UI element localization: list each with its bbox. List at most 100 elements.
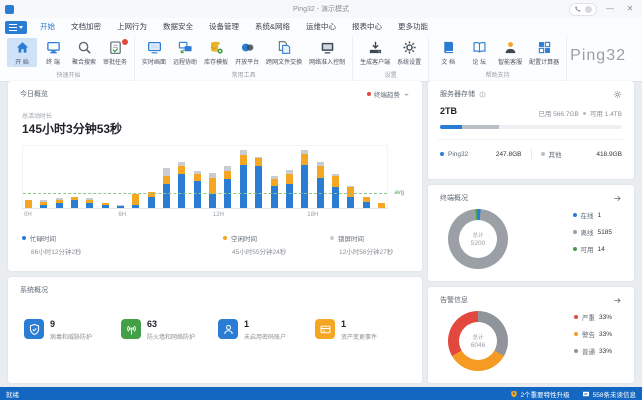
ribbon-group: 文 档论 坛智能客服配置计算器帮助支持 bbox=[429, 36, 567, 81]
ribbon-forum-button[interactable]: 论 坛 bbox=[464, 38, 494, 67]
arrow-right-icon[interactable] bbox=[613, 296, 622, 305]
tab-doc-encryption[interactable]: 文档加密 bbox=[63, 18, 109, 36]
stat-asset-change[interactable]: 1资产变更事件 bbox=[315, 319, 412, 341]
stat-label: 防火墙和网络防护 bbox=[147, 332, 195, 341]
live-screen-icon bbox=[147, 40, 162, 55]
card-title: 服务器存储 bbox=[440, 89, 475, 99]
bar-segment bbox=[194, 181, 201, 208]
storage-used: 已用 566.7GB bbox=[538, 108, 578, 118]
stat-firewall[interactable]: 63防火墙和网络防护 bbox=[121, 319, 218, 341]
ribbon-group-label: 帮助支持 bbox=[433, 69, 562, 81]
bar-segment bbox=[347, 197, 354, 208]
legend-item: 在线1 bbox=[573, 210, 612, 220]
bar-hour-13 bbox=[224, 166, 231, 208]
nac-icon bbox=[320, 40, 335, 55]
activity-legend: 忙碌时间86小时12分钟2秒空闲时间45小时55分钟24秒锁屏时间12小时56分… bbox=[8, 233, 422, 259]
phone-icon bbox=[574, 5, 582, 13]
legend-label: 其他 bbox=[549, 149, 562, 159]
ribbon-inventory-template-button[interactable]: 库存模板 bbox=[201, 38, 231, 67]
legend-label: 普通 bbox=[582, 346, 595, 356]
legend-item: 空闲时间45小时55分钟24秒 bbox=[223, 233, 286, 256]
message-status[interactable]: 558条未读信息 bbox=[582, 389, 636, 399]
stat-value: 1 bbox=[244, 319, 286, 329]
bar-segment bbox=[132, 205, 139, 208]
ribbon-button-label: 远程协助 bbox=[173, 57, 197, 66]
bar-segment bbox=[117, 206, 124, 208]
donut-center-label: 总计 bbox=[472, 333, 483, 341]
legend-value: 5185 bbox=[598, 229, 612, 236]
filter-dot bbox=[367, 92, 371, 96]
bar-hour-23 bbox=[378, 203, 385, 208]
status-ready: 就绪 bbox=[6, 389, 19, 399]
card-title: 告警信息 bbox=[440, 295, 468, 305]
gear-icon[interactable] bbox=[613, 90, 622, 99]
tab-report-center[interactable]: 报表中心 bbox=[344, 18, 390, 36]
legend-value: 86小时12分钟2秒 bbox=[31, 246, 82, 256]
tab-data-security[interactable]: 数据安全 bbox=[155, 18, 201, 36]
bar-segment bbox=[163, 176, 170, 184]
status-bar: 就绪 2个重要特性升级 558条未读信息 bbox=[0, 387, 642, 400]
legend-label-row: Ping32 bbox=[440, 151, 468, 158]
info-icon[interactable] bbox=[479, 91, 486, 98]
ribbon-generate-client-button[interactable]: 生成客户端 bbox=[357, 38, 393, 67]
menu-bar: 开始文档加密上网行为数据安全设备管理系统&网络运维中心报表中心更多功能 bbox=[0, 18, 642, 36]
legend-item: 离线5185 bbox=[573, 227, 612, 237]
arrow-right-icon[interactable] bbox=[613, 194, 622, 203]
bar-segment bbox=[102, 205, 109, 208]
system-overview-card: 系统概况 9病毒和威胁防护63防火墙和网络防护1未启用密码账户1资产变更事件 bbox=[8, 277, 422, 383]
bar-segment bbox=[71, 200, 78, 208]
bar-segment bbox=[363, 202, 370, 208]
tab-web-behavior[interactable]: 上网行为 bbox=[109, 18, 155, 36]
ribbon-button-label: 开 始 bbox=[15, 57, 29, 66]
ribbon-smart-support-button[interactable]: 智能客服 bbox=[495, 38, 525, 67]
bar-hour-1 bbox=[40, 200, 47, 208]
ribbon-document-button[interactable]: 文 档 bbox=[433, 38, 463, 67]
file-menu-button[interactable] bbox=[5, 21, 27, 34]
terminal-icon bbox=[46, 40, 61, 55]
ribbon-approval-tasks-button[interactable]: 审批任务 bbox=[100, 38, 130, 67]
ribbon-remote-assist-button[interactable]: 远程协助 bbox=[170, 38, 200, 67]
minimize-button[interactable]: — bbox=[603, 0, 617, 18]
close-button[interactable]: ✕ bbox=[623, 0, 637, 18]
tab-device-management[interactable]: 设备管理 bbox=[201, 18, 247, 36]
open-platform-icon bbox=[240, 40, 255, 55]
legend-value: 418.9GB bbox=[596, 151, 622, 158]
ribbon-system-settings-button[interactable]: 系统设置 bbox=[394, 38, 424, 67]
bar-hour-15 bbox=[255, 157, 262, 208]
stat-label: 资产变更事件 bbox=[341, 332, 377, 341]
ribbon-aggregate-search-button[interactable]: 聚合搜索 bbox=[69, 38, 99, 67]
bar-hour-21 bbox=[347, 186, 354, 208]
legend-item: 可用14 bbox=[573, 244, 612, 254]
ribbon-network-access-control-button[interactable]: 网络准入控制 bbox=[306, 38, 348, 67]
stat-shield-check[interactable]: 9病毒和威胁防护 bbox=[24, 319, 121, 341]
tab-ops-center[interactable]: 运维中心 bbox=[298, 18, 344, 36]
legend-label-row: 其他 bbox=[541, 149, 562, 159]
ribbon-groups: 开 始终 端聚合搜索审批任务快速开始实时画面远程协助库存模板开放平台跨网文件交换… bbox=[0, 36, 642, 81]
tab-system-network[interactable]: 系统&网络 bbox=[247, 18, 298, 36]
ribbon-terminal-button[interactable]: 终 端 bbox=[38, 38, 68, 67]
trend-filter-dropdown[interactable]: 终端趋势 bbox=[367, 89, 410, 99]
bar-hour-6 bbox=[117, 205, 124, 208]
legend-label: 忙碌时间 bbox=[30, 233, 56, 243]
search-icon bbox=[77, 40, 92, 55]
ribbon-button-label: 库存模板 bbox=[204, 57, 228, 66]
bar-hour-0 bbox=[25, 200, 32, 208]
update-shield-status[interactable]: 2个重要特性升级 bbox=[510, 389, 570, 399]
ribbon-config-calculator-button[interactable]: 配置计算器 bbox=[526, 38, 562, 67]
ribbon-open-platform-button[interactable]: 开放平台 bbox=[232, 38, 262, 67]
ribbon-group-buttons: 开 始终 端聚合搜索审批任务 bbox=[7, 38, 130, 69]
ribbon-home-button[interactable]: 开 始 bbox=[7, 38, 37, 67]
generate-client-icon bbox=[368, 40, 383, 55]
support-phone-toggle[interactable] bbox=[569, 3, 597, 16]
file-exchange-icon bbox=[277, 40, 292, 55]
tab-more-features[interactable]: 更多功能 bbox=[390, 18, 436, 36]
activity-chart: avg 0H6H12H18H bbox=[22, 145, 406, 221]
bar-segment bbox=[209, 178, 216, 194]
dashboard: 今日概览 终端趋势 总活动时长 145小时3分钟53秒 avg 0H6H12H1… bbox=[8, 81, 634, 383]
ribbon-live-screen-button[interactable]: 实时画面 bbox=[139, 38, 169, 67]
window-title: Ping32 - 演示模式 bbox=[0, 4, 642, 14]
ribbon-file-exchange-button[interactable]: 跨网文件交换 bbox=[263, 38, 305, 67]
bar-segment bbox=[255, 166, 262, 208]
stat-user-account[interactable]: 1未启用密码账户 bbox=[218, 319, 315, 341]
tab-start[interactable]: 开始 bbox=[32, 18, 63, 36]
